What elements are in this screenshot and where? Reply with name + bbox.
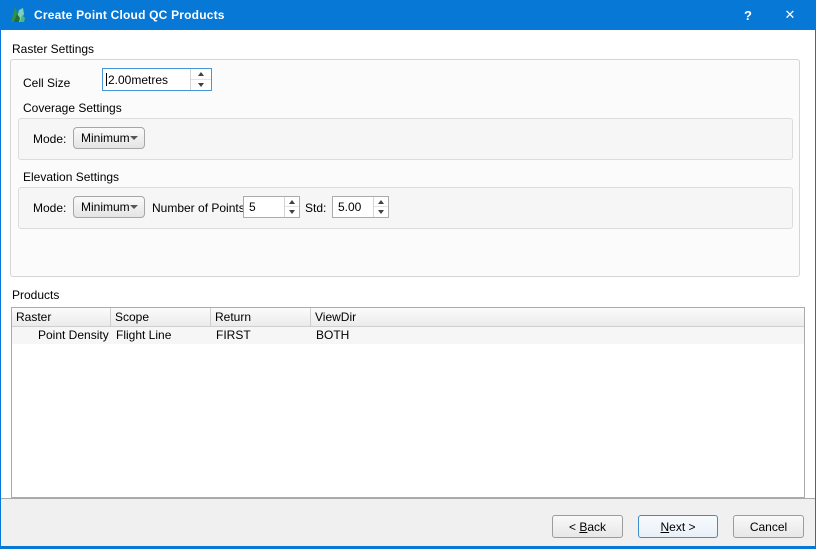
chevron-down-icon [130, 205, 138, 209]
arrow-down-icon [198, 83, 204, 87]
coverage-mode-value: Minimum [81, 131, 130, 145]
raster-settings-group [10, 59, 800, 277]
cell-size-text: 2.00metres [103, 69, 190, 90]
arrow-down-icon [378, 210, 384, 214]
cell-size-input[interactable]: 2.00metres [102, 68, 212, 91]
spin-up-button[interactable] [285, 197, 299, 207]
table-row[interactable]: Point Density Flight Line FIRST BOTH [12, 327, 804, 344]
button-bar: < Back Next > Cancel [0, 499, 816, 546]
cancel-button[interactable]: Cancel [733, 515, 804, 538]
products-table-header: Raster Scope Return ViewDir [12, 308, 804, 327]
help-button[interactable]: ? [730, 0, 766, 30]
cell-return: FIRST [211, 327, 311, 344]
cell-scope: Flight Line [111, 327, 211, 344]
elevation-mode-value: Minimum [81, 200, 130, 214]
column-header-raster[interactable]: Raster [12, 308, 111, 327]
close-button[interactable]: ✕ [768, 0, 812, 30]
spin-up-button[interactable] [374, 197, 388, 207]
arrow-up-icon [289, 200, 295, 204]
arrow-up-icon [378, 200, 384, 204]
cell-viewdir: BOTH [311, 327, 804, 344]
coverage-settings-label: Coverage Settings [23, 101, 122, 115]
spin-down-button[interactable] [374, 207, 388, 217]
cell-raster: Point Density [12, 327, 111, 344]
app-icon [8, 5, 28, 25]
std-label: Std: [305, 201, 326, 215]
create-point-cloud-qc-dialog: Create Point Cloud QC Products ? ✕ Raste… [0, 0, 816, 549]
window-title: Create Point Cloud QC Products [34, 0, 225, 30]
raster-settings-label: Raster Settings [12, 42, 94, 56]
elevation-mode-label: Mode: [33, 201, 66, 215]
number-of-points-spinner [284, 197, 299, 217]
arrow-down-icon [289, 210, 295, 214]
spin-down-button[interactable] [191, 80, 211, 91]
column-header-viewdir[interactable]: ViewDir [311, 308, 804, 327]
column-header-return[interactable]: Return [211, 308, 311, 327]
elevation-settings-label: Elevation Settings [23, 170, 119, 184]
coverage-mode-label: Mode: [33, 132, 66, 146]
spin-down-button[interactable] [285, 207, 299, 217]
coverage-mode-dropdown[interactable]: Minimum [73, 127, 145, 149]
products-table: Raster Scope Return ViewDir Point Densit… [11, 307, 805, 498]
std-spinner [373, 197, 388, 217]
column-header-scope[interactable]: Scope [111, 308, 211, 327]
text-caret [106, 73, 107, 86]
cell-size-spinner [190, 69, 211, 90]
help-icon: ? [744, 8, 752, 23]
arrow-up-icon [198, 72, 204, 76]
number-of-points-label: Number of Points: [152, 201, 248, 215]
std-text: 5.00 [333, 197, 373, 217]
spin-up-button[interactable] [191, 69, 211, 80]
number-of-points-text: 5 [244, 197, 284, 217]
elevation-mode-dropdown[interactable]: Minimum [73, 196, 145, 218]
dialog-body: Raster Settings Cell Size 2.00metres Cov… [0, 30, 816, 499]
chevron-down-icon [130, 136, 138, 140]
title-bar[interactable]: Create Point Cloud QC Products ? ✕ [0, 0, 816, 30]
next-button[interactable]: Next > [638, 515, 718, 538]
back-button[interactable]: < Back [552, 515, 623, 538]
close-icon: ✕ [785, 7, 796, 23]
number-of-points-input[interactable]: 5 [243, 196, 300, 218]
std-input[interactable]: 5.00 [332, 196, 389, 218]
cell-size-label: Cell Size [23, 76, 70, 90]
products-label: Products [12, 288, 59, 302]
